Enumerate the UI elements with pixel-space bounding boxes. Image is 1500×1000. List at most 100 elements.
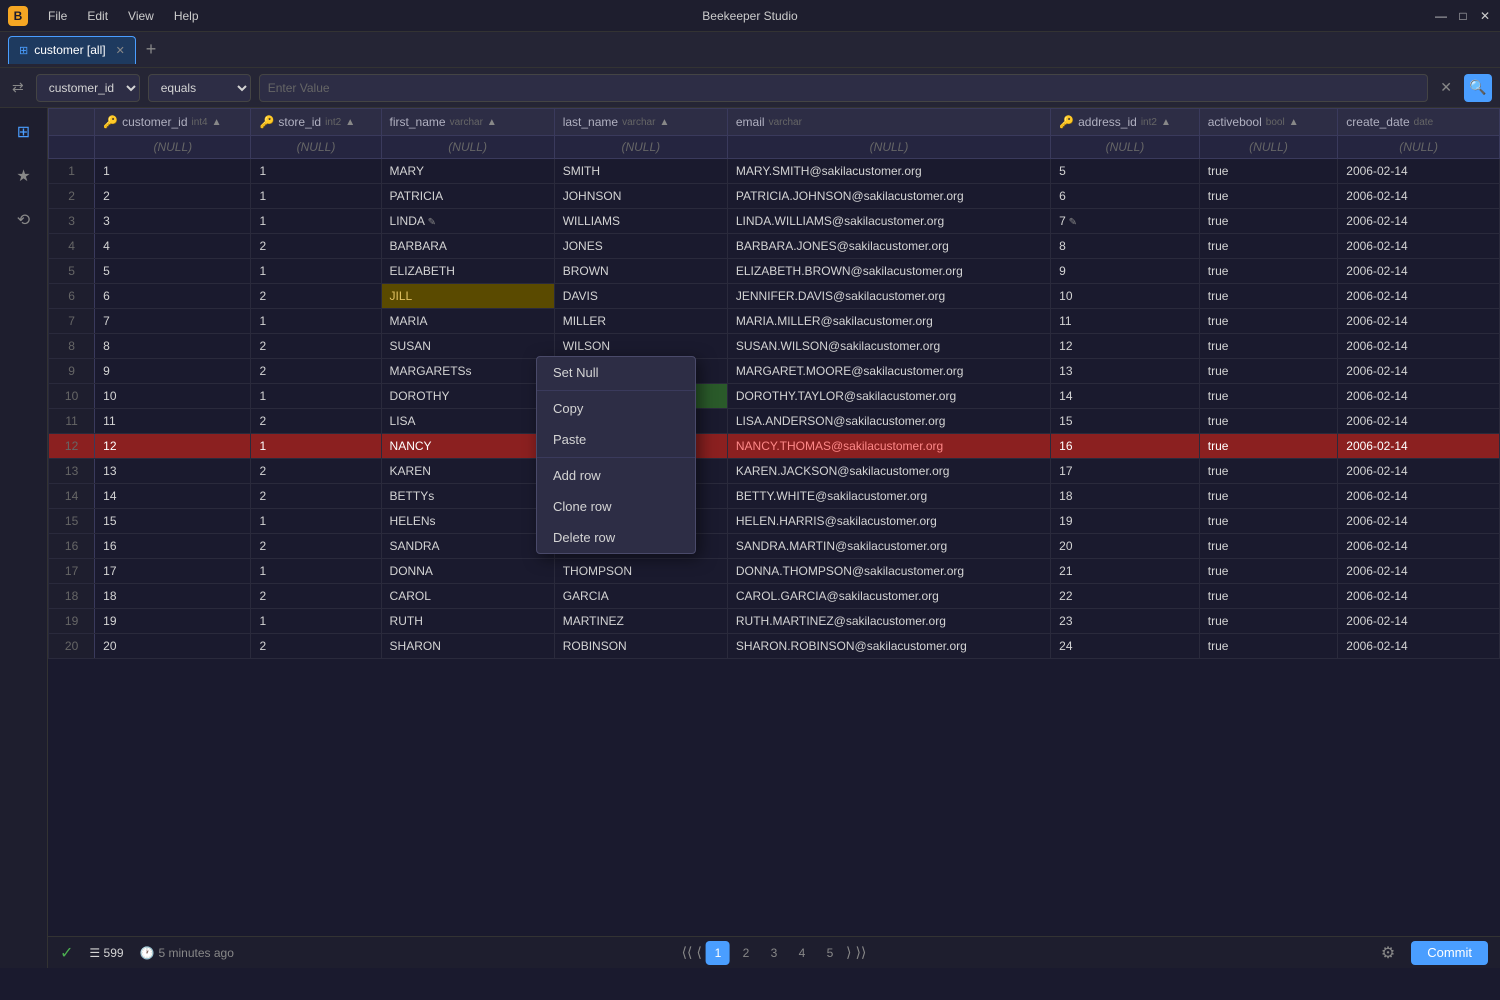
cell-first-name[interactable]: BETTYs — [381, 484, 554, 509]
commit-button[interactable]: Commit — [1411, 941, 1488, 965]
cell-first-name[interactable]: MARY — [381, 159, 554, 184]
cell-last-name[interactable]: BROWN — [554, 259, 727, 284]
cell-address-id[interactable]: 7 ✎ — [1051, 209, 1200, 234]
cell-email[interactable]: BARBARA.JONES@sakilacustomer.org — [727, 234, 1050, 259]
cell-store-id[interactable]: 1 — [251, 259, 381, 284]
col-header-address-id[interactable]: 🔑 address_id int2 ▲ — [1051, 109, 1200, 136]
cell-create-date[interactable]: 2006-02-14 — [1338, 234, 1500, 259]
table-row[interactable]: 14142BETTYsWHITEBETTY.WHITE@sakilacustom… — [49, 484, 1500, 509]
menu-edit[interactable]: Edit — [83, 7, 112, 25]
table-row[interactable]: 331LINDA ✎WILLIAMSLINDA.WILLIAMS@sakilac… — [49, 209, 1500, 234]
cell-address-id[interactable]: 11 — [1051, 309, 1200, 334]
cell-customer-id[interactable]: 2 — [95, 184, 251, 209]
table-row[interactable]: 992MARGARETSsMOORESMARGARET.MOORE@sakila… — [49, 359, 1500, 384]
cell-create-date[interactable]: 2006-02-14 — [1338, 559, 1500, 584]
page-next-button[interactable]: ⟩ — [846, 944, 851, 961]
cell-first-name[interactable]: PATRICIA — [381, 184, 554, 209]
cell-create-date[interactable]: 2006-02-14 — [1338, 209, 1500, 234]
table-container[interactable]: 🔑 customer_id int4 ▲ 🔑 store_id int2 — [48, 108, 1500, 936]
menu-file[interactable]: File — [44, 7, 71, 25]
menu-help[interactable]: Help — [170, 7, 203, 25]
pagination[interactable]: ⟨⟨ ⟨ 1 2 3 4 5 ⟩ ⟩⟩ — [682, 941, 867, 965]
cell-first-name[interactable]: HELENs — [381, 509, 554, 534]
page-btn-5[interactable]: 5 — [818, 941, 842, 965]
cell-last-name[interactable]: GARCIA — [554, 584, 727, 609]
table-row[interactable]: 17171DONNATHOMPSONDONNA.THOMPSON@sakilac… — [49, 559, 1500, 584]
cell-customer-id[interactable]: 15 — [95, 509, 251, 534]
cell-email[interactable]: CAROL.GARCIA@sakilacustomer.org — [727, 584, 1050, 609]
cell-customer-id[interactable]: 20 — [95, 634, 251, 659]
col-header-first-name[interactable]: first_name varchar ▲ — [381, 109, 554, 136]
cell-store-id[interactable]: 1 — [251, 159, 381, 184]
context-menu-item-set-null[interactable]: Set Null — [537, 357, 695, 388]
table-row[interactable]: 20202SHARONROBINSONSHARON.ROBINSON@sakil… — [49, 634, 1500, 659]
cell-first-name[interactable]: BARBARA — [381, 234, 554, 259]
tab-customer[interactable]: ⊞ customer [all] ✕ — [8, 36, 136, 64]
cell-first-name[interactable]: MARGARETSs — [381, 359, 554, 384]
cell-activebool[interactable]: true — [1199, 534, 1338, 559]
col-header-last-name[interactable]: last_name varchar ▲ — [554, 109, 727, 136]
cell-first-name[interactable]: DOROTHY — [381, 384, 554, 409]
cell-create-date[interactable]: 2006-02-14 — [1338, 359, 1500, 384]
nav-icon[interactable]: ⇄ — [8, 75, 28, 100]
cell-store-id[interactable]: 2 — [251, 634, 381, 659]
sidebar-icon-favorites[interactable]: ★ — [8, 160, 40, 192]
cell-customer-id[interactable]: 18 — [95, 584, 251, 609]
cell-first-name[interactable]: LINDA ✎ — [381, 209, 554, 234]
cell-create-date[interactable]: 2006-02-14 — [1338, 484, 1500, 509]
cell-email[interactable]: SUSAN.WILSON@sakilacustomer.org — [727, 334, 1050, 359]
cell-address-id[interactable]: 24 — [1051, 634, 1200, 659]
cell-last-name[interactable]: JOHNSON — [554, 184, 727, 209]
cell-address-id[interactable]: 17 — [1051, 459, 1200, 484]
cell-email[interactable]: LISA.ANDERSON@sakilacustomer.org — [727, 409, 1050, 434]
cell-customer-id[interactable]: 1 — [95, 159, 251, 184]
cell-activebool[interactable]: true — [1199, 309, 1338, 334]
page-last-button[interactable]: ⟩⟩ — [855, 944, 866, 961]
cell-address-id[interactable]: 19 — [1051, 509, 1200, 534]
cell-activebool[interactable]: true — [1199, 284, 1338, 309]
cell-email[interactable]: RUTH.MARTINEZ@sakilacustomer.org — [727, 609, 1050, 634]
cell-last-name[interactable]: THOMPSON — [554, 559, 727, 584]
cell-first-name[interactable]: RUTH — [381, 609, 554, 634]
tab-close-button[interactable]: ✕ — [116, 44, 125, 57]
cell-last-name[interactable]: MARTINEZ — [554, 609, 727, 634]
close-button[interactable]: ✕ — [1478, 9, 1492, 23]
cell-address-id[interactable]: 5 — [1051, 159, 1200, 184]
table-row[interactable]: 442BARBARAJONESBARBARA.JONES@sakilacusto… — [49, 234, 1500, 259]
cell-activebool[interactable]: true — [1199, 434, 1338, 459]
page-btn-3[interactable]: 3 — [762, 941, 786, 965]
cell-address-id[interactable]: 9 — [1051, 259, 1200, 284]
cell-first-name[interactable]: SANDRA — [381, 534, 554, 559]
cell-first-name[interactable]: JILL — [381, 284, 554, 309]
table-row[interactable]: 18182CAROLGARCIACAROL.GARCIA@sakilacusto… — [49, 584, 1500, 609]
cell-store-id[interactable]: 2 — [251, 484, 381, 509]
col-header-email[interactable]: email varchar — [727, 109, 1050, 136]
cell-create-date[interactable]: 2006-02-14 — [1338, 634, 1500, 659]
cell-email[interactable]: HELEN.HARRIS@sakilacustomer.org — [727, 509, 1050, 534]
cell-activebool[interactable]: true — [1199, 209, 1338, 234]
cell-address-id[interactable]: 8 — [1051, 234, 1200, 259]
cell-create-date[interactable]: 2006-02-14 — [1338, 284, 1500, 309]
cell-activebool[interactable]: true — [1199, 384, 1338, 409]
table-row[interactable]: 11112LISAANDERSONLISA.ANDERSON@sakilacus… — [49, 409, 1500, 434]
cell-activebool[interactable]: true — [1199, 159, 1338, 184]
cell-customer-id[interactable]: 12 — [95, 434, 251, 459]
maximize-button[interactable]: □ — [1456, 9, 1470, 23]
cell-first-name[interactable]: CAROL — [381, 584, 554, 609]
cell-last-name[interactable]: WILLIAMS — [554, 209, 727, 234]
cell-address-id[interactable]: 23 — [1051, 609, 1200, 634]
cell-activebool[interactable]: true — [1199, 509, 1338, 534]
cell-store-id[interactable]: 2 — [251, 359, 381, 384]
minimize-button[interactable]: — — [1434, 9, 1448, 23]
cell-email[interactable]: ELIZABETH.BROWN@sakilacustomer.org — [727, 259, 1050, 284]
cell-customer-id[interactable]: 11 — [95, 409, 251, 434]
cell-address-id[interactable]: 21 — [1051, 559, 1200, 584]
page-btn-4[interactable]: 4 — [790, 941, 814, 965]
settings-icon[interactable]: ⚙ — [1377, 939, 1399, 967]
cell-first-name[interactable]: SUSAN — [381, 334, 554, 359]
cell-create-date[interactable]: 2006-02-14 — [1338, 509, 1500, 534]
table-row[interactable]: 16162SANDRAMARTINSANDRA.MARTIN@sakilacus… — [49, 534, 1500, 559]
add-tab-button[interactable]: + — [140, 37, 163, 62]
context-menu-item-clone-row[interactable]: Clone row — [537, 491, 695, 522]
cell-store-id[interactable]: 2 — [251, 334, 381, 359]
